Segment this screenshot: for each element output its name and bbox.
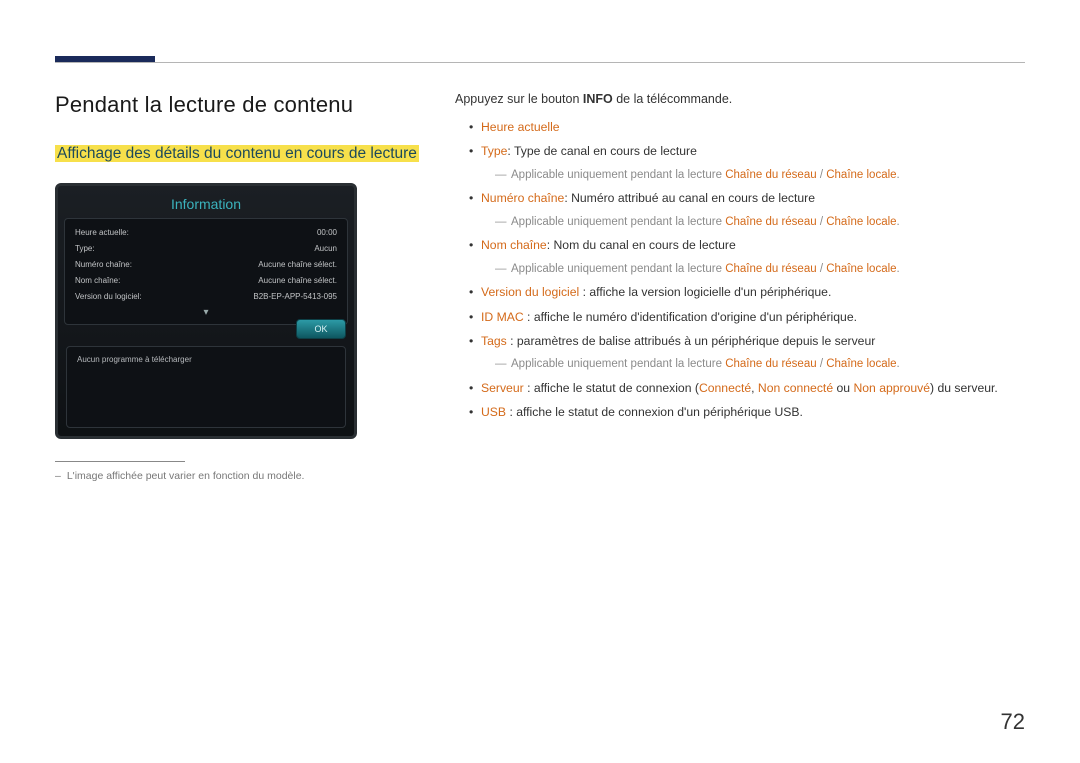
list-item: Version du logiciel : affiche la version… [469, 283, 1025, 301]
section-subheading: Affichage des détails du contenu en cour… [55, 144, 427, 165]
info-row: Numéro chaîne:Aucune chaîne sélect. [75, 257, 337, 273]
list-item: Numéro chaîne: Numéro attribué au canal … [469, 189, 1025, 207]
list-item: ID MAC : affiche le numéro d'identificat… [469, 308, 1025, 326]
info-row: Nom chaîne:Aucune chaîne sélect. [75, 273, 337, 289]
download-status-box: Aucun programme à télécharger [66, 346, 346, 428]
header-rule [55, 62, 1025, 63]
list-item: Tags : paramètres de balise attribués à … [469, 332, 1025, 350]
device-panel-title: Information [64, 192, 348, 218]
info-row: Version du logiciel:B2B-EP-APP-5413-095 [75, 289, 337, 305]
device-info-box: Heure actuelle:00:00 Type:Aucun Numéro c… [64, 218, 348, 325]
device-info-panel: Information Heure actuelle:00:00 Type:Au… [55, 183, 357, 439]
list-item: Type: Type de canal en cours de lecture [469, 142, 1025, 160]
list-item: Nom chaîne: Nom du canal en cours de lec… [469, 236, 1025, 254]
list-item: Serveur : affiche le statut de connexion… [469, 379, 1025, 397]
page-title: Pendant la lecture de contenu [55, 92, 427, 118]
info-row: Type:Aucun [75, 241, 337, 257]
download-message: Aucun programme à télécharger [77, 355, 335, 364]
sub-note: Applicable uniquement pendant la lecture… [495, 167, 1025, 184]
footnote-rule [55, 461, 185, 462]
sub-note: Applicable uniquement pendant la lecture… [495, 356, 1025, 373]
chevron-down-icon: ▾ [75, 305, 337, 318]
intro-instruction: Appuyez sur le bouton INFO de la télécom… [455, 92, 1025, 106]
ok-button[interactable]: OK [296, 319, 346, 339]
sub-note: Applicable uniquement pendant la lecture… [495, 214, 1025, 231]
footnote: –L'image affichée peut varier en fonctio… [55, 470, 427, 482]
list-item: Heure actuelle [469, 118, 1025, 136]
info-row: Heure actuelle:00:00 [75, 225, 337, 241]
details-list: Heure actuelle Type: Type de canal en co… [469, 118, 1025, 421]
list-item: USB : affiche le statut de connexion d'u… [469, 403, 1025, 421]
sub-note: Applicable uniquement pendant la lecture… [495, 261, 1025, 278]
page-number: 72 [1001, 709, 1025, 735]
